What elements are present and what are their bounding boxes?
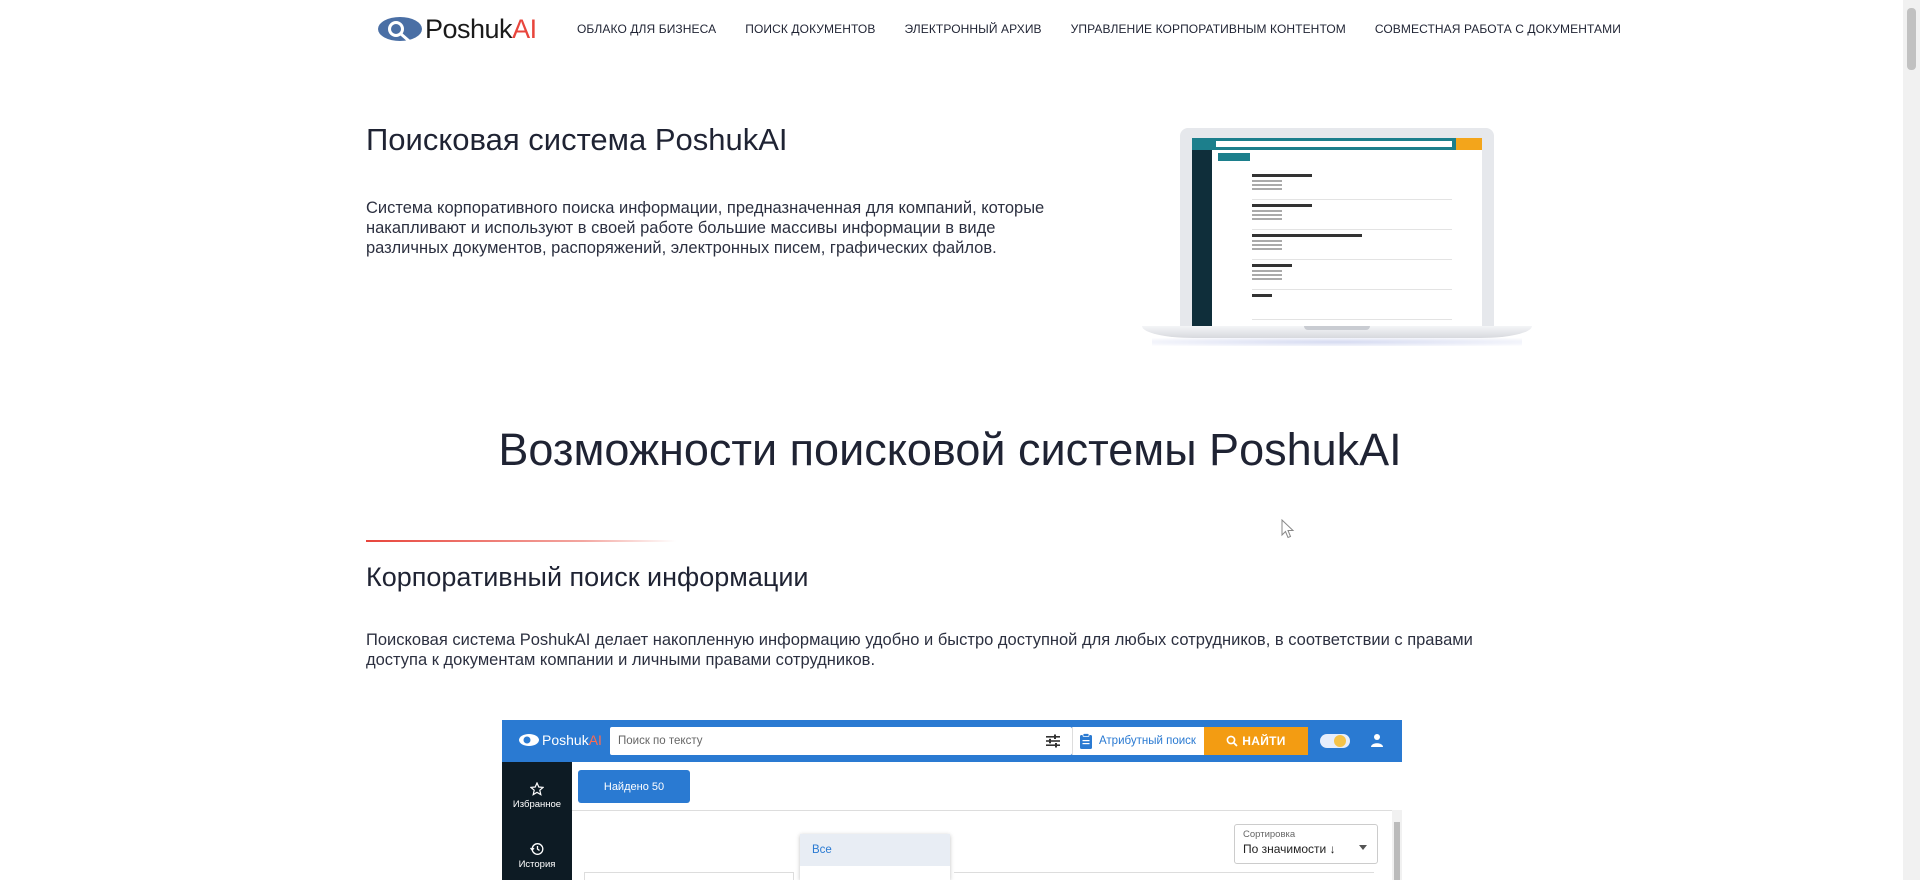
hero-description: Система корпоративного поиска информации… <box>366 199 1045 257</box>
laptop-screen-content <box>1192 138 1482 328</box>
nav-link-content-management[interactable]: УПРАВЛЕНИЕ КОРПОРАТИВНЫМ КОНТЕНТОМ <box>1071 22 1346 36</box>
tune-icon[interactable] <box>1046 734 1060 748</box>
clipboard-icon <box>1080 733 1092 749</box>
site-logo[interactable]: PoshukAI <box>376 12 537 46</box>
result-card <box>954 872 1374 880</box>
attribute-search-label: Атрибутный поиск <box>1099 735 1196 747</box>
theme-toggle[interactable] <box>1320 734 1350 748</box>
nav-link-cloud[interactable]: ОБЛАКО ДЛЯ БИЗНЕСА <box>577 22 716 36</box>
sidebar-item-label: Избранное <box>512 799 562 810</box>
corporate-search-title: Корпоративный поиск информации <box>366 562 809 592</box>
sidebar-item-favorites[interactable]: Избранное <box>502 782 572 810</box>
logo-text: PoshukAI <box>425 13 537 44</box>
features-title: Возможности поисковой системы PoshukAI <box>498 424 1402 475</box>
corporate-search-description: Поисковая система PoshukAI делает накопл… <box>366 631 1473 669</box>
eye-logo-icon <box>378 17 422 43</box>
laptop-illustration <box>1142 126 1532 346</box>
nav-link-collaboration[interactable]: СОВМЕСТНАЯ РАБОТА С ДОКУМЕНТАМИ <box>1375 22 1621 36</box>
section-divider <box>366 540 676 542</box>
history-icon <box>530 843 544 855</box>
sort-label: Сортировка <box>1243 829 1296 840</box>
app-logo: PoshukAI <box>518 732 602 748</box>
nav-link-electronic-archive[interactable]: ЭЛЕКТРОННЫЙ АРХИВ <box>904 22 1041 36</box>
app-search-box <box>610 727 1072 755</box>
scrollbar-thumb[interactable] <box>1907 8 1916 70</box>
filter-dropdown[interactable]: Все <box>800 834 950 880</box>
app-logo-text: PoshukAI <box>542 732 602 748</box>
app-header-bar: PoshukAI Атрибутный поиск НАЙТИ <box>502 720 1402 762</box>
result-card <box>584 872 794 880</box>
sidebar-item-label: История <box>518 859 556 870</box>
top-navigation: PoshukAI ОБЛАКО ДЛЯ БИЗНЕСА ПОИСК ДОКУМЕ… <box>0 0 1900 60</box>
app-search-input[interactable] <box>610 727 1030 755</box>
eye-logo-icon <box>519 734 539 746</box>
hero-title: Поисковая система PoshukAI <box>366 122 788 157</box>
laptop-screen <box>1180 128 1494 328</box>
sidebar-item-history[interactable]: История <box>502 842 572 870</box>
app-preview-screenshot: PoshukAI Атрибутный поиск НАЙТИ <box>502 720 1402 880</box>
nav-links: ОБЛАКО ДЛЯ БИЗНЕСА ПОИСК ДОКУМЕНТОВ ЭЛЕК… <box>577 22 1650 36</box>
user-icon[interactable] <box>1370 733 1384 747</box>
found-count-button[interactable]: Найдено 50 <box>578 770 690 803</box>
dropdown-option-all[interactable]: Все <box>800 834 950 866</box>
find-button[interactable]: НАЙТИ <box>1204 727 1308 755</box>
page-scrollbar[interactable] <box>1903 0 1920 880</box>
chevron-down-icon <box>1359 845 1367 850</box>
nav-link-document-search[interactable]: ПОИСК ДОКУМЕНТОВ <box>745 22 875 36</box>
find-button-label: НАЙТИ <box>1242 734 1286 748</box>
sort-value: По значимости ↓ <box>1243 842 1336 856</box>
sort-select[interactable]: Сортировка По значимости ↓ <box>1234 824 1378 864</box>
app-sidebar: Избранное История <box>502 762 572 880</box>
mouse-cursor-icon <box>1281 519 1295 539</box>
star-icon <box>530 782 544 796</box>
app-scrollbar[interactable] <box>1392 810 1402 880</box>
attribute-search-button[interactable]: Атрибутный поиск <box>1072 727 1204 755</box>
search-icon <box>1226 735 1238 747</box>
